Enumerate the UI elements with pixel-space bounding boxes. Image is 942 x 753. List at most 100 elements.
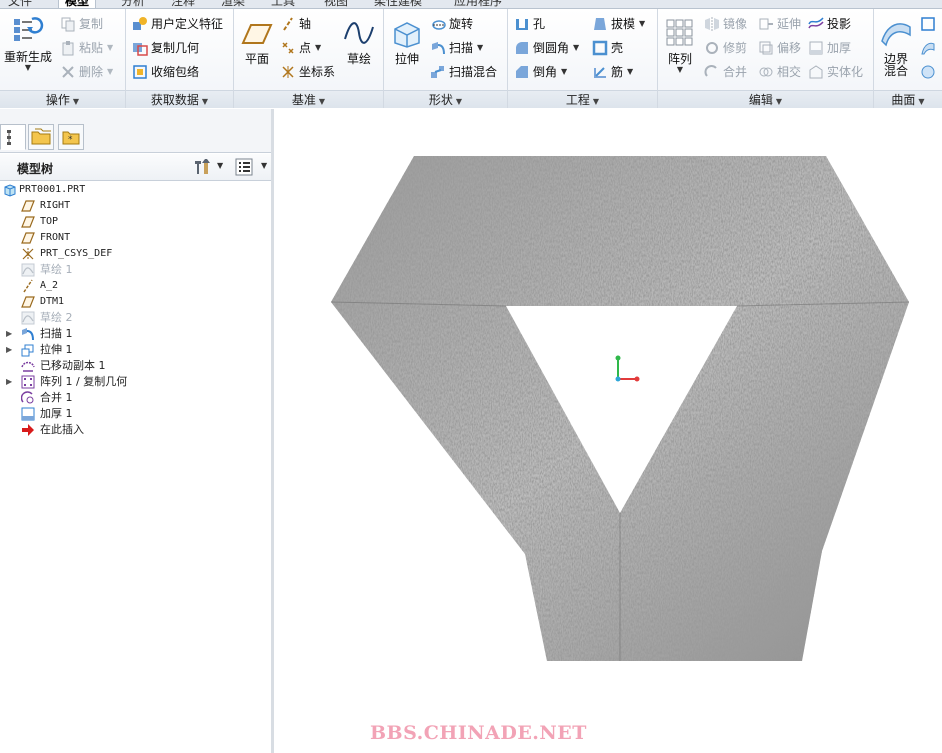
tab-applications[interactable]: 应用程序 — [448, 0, 508, 8]
expand-arrow-icon[interactable]: ▶ — [6, 374, 16, 390]
tree-item-1[interactable]: 加厚 1 — [0, 406, 271, 422]
sketch-button[interactable]: 草绘 — [338, 17, 380, 66]
graphics-window[interactable] — [277, 109, 942, 753]
regenerate-button[interactable]: 重新生成 ▼ — [2, 15, 54, 72]
thicken-button[interactable]: 加厚 — [808, 37, 851, 59]
group-label-editing[interactable]: 编辑 ▼ — [658, 90, 873, 108]
pattern-button[interactable]: 阵列 ▼ — [662, 17, 698, 74]
copy-button[interactable]: 复制 — [60, 13, 103, 35]
tree-item-top[interactable]: TOP — [0, 214, 271, 230]
tree-filter-dropdown-icon[interactable]: ▼ — [261, 161, 267, 170]
swept-blend-button[interactable]: 扫描混合 — [430, 61, 497, 83]
delete-button[interactable]: 删除 ▼ — [60, 61, 113, 83]
plane-button[interactable]: 平面 — [238, 17, 276, 66]
tree-item-1[interactable]: ▶ 拉伸 1 — [0, 342, 271, 358]
boundary-blend-button[interactable]: 边界 混合 — [876, 17, 916, 77]
offset-button[interactable]: 偏移 — [758, 37, 801, 59]
group-label-get-data[interactable]: 获取数据 ▼ — [126, 90, 233, 108]
project-button[interactable]: 投影 — [808, 13, 851, 35]
tab-folder-browser[interactable] — [28, 124, 54, 150]
tab-tools[interactable]: 工具 — [265, 0, 301, 8]
group-label-surfaces[interactable]: 曲面 ▼ — [874, 90, 942, 108]
tree-item-prt-csys-def[interactable]: PRT_CSYS_DEF — [0, 246, 271, 262]
shrinkwrap-button[interactable]: 收缩包络 — [132, 61, 199, 83]
tab-analysis[interactable]: 分析 — [115, 0, 151, 8]
draft-dropdown-icon[interactable]: ▼ — [639, 13, 645, 35]
tab-view[interactable]: 视图 — [318, 0, 354, 8]
sweep-button[interactable]: 扫描 ▼ — [430, 37, 483, 59]
draft-button[interactable]: 拔模 ▼ — [592, 13, 645, 35]
chamfer-dropdown-icon[interactable]: ▼ — [561, 61, 567, 83]
tab-render[interactable]: 渲染 — [215, 0, 251, 8]
tree-item-1[interactable]: 合并 1 — [0, 390, 271, 406]
surface-tool-3-button[interactable] — [920, 61, 939, 83]
tree-item-prt0001-prt[interactable]: PRT0001.PRT — [0, 182, 271, 198]
point-button[interactable]: 点 ▼ — [280, 37, 321, 59]
mirror-button[interactable]: 镜像 — [704, 13, 747, 35]
copy-geometry-button[interactable]: 复制几何 — [132, 37, 199, 59]
group-label-engineering[interactable]: 工程 ▼ — [508, 90, 657, 108]
tab-flexible-modeling[interactable]: 柔性建模 — [368, 0, 428, 8]
paste-button[interactable]: 粘贴 ▼ — [60, 37, 113, 59]
shell-button[interactable]: 壳 — [592, 37, 623, 59]
merge-button[interactable]: 合并 — [704, 61, 747, 83]
datum-plane-icon — [241, 17, 273, 49]
tree-item-1[interactable]: 草绘 1 — [0, 262, 271, 278]
navigator-tabs: * — [0, 109, 271, 153]
tree-item-right[interactable]: RIGHT — [0, 198, 271, 214]
group-label-datum[interactable]: 基准 ▼ — [234, 90, 383, 108]
tree-item-1[interactable]: ▶ 阵列 1 / 复制几何 — [0, 374, 271, 390]
tree-item-front[interactable]: FRONT — [0, 230, 271, 246]
rib-button[interactable]: 筋 ▼ — [592, 61, 633, 83]
tree-item-label: 草绘 2 — [40, 311, 73, 324]
tree-item-1[interactable]: 已移动副本 1 — [0, 358, 271, 374]
tree-filter-button[interactable] — [234, 157, 256, 177]
model-viewport[interactable] — [277, 109, 942, 753]
pattern-dropdown-icon[interactable]: ▼ — [662, 66, 698, 74]
coordinate-triad-icon — [615, 355, 640, 382]
tree-item-dtm1[interactable]: DTM1 — [0, 294, 271, 310]
intersect-button[interactable]: 相交 — [758, 61, 801, 83]
surface-tool-1-button[interactable] — [920, 13, 939, 35]
regenerate-dropdown-icon[interactable]: ▼ — [2, 64, 54, 72]
csys-button[interactable]: 坐标系 — [280, 61, 335, 83]
tree-settings-dropdown-icon[interactable]: ▼ — [217, 161, 223, 170]
udf-button[interactable]: 用户定义特征 — [132, 13, 223, 35]
tab-favorites[interactable]: * — [58, 124, 84, 150]
extend-button[interactable]: 延伸 — [758, 13, 801, 35]
tree-item-a-2[interactable]: A_2 — [0, 278, 271, 294]
delete-dropdown-icon[interactable]: ▼ — [107, 61, 113, 83]
pattern-icon — [21, 375, 35, 389]
extrude-button[interactable]: 拉伸 — [388, 17, 426, 66]
paste-dropdown-icon[interactable]: ▼ — [107, 37, 113, 59]
sketch-icon — [21, 311, 35, 325]
expand-arrow-icon[interactable]: ▶ — [6, 326, 16, 342]
solidify-button[interactable]: 实体化 — [808, 61, 863, 83]
tab-model-tree[interactable] — [0, 124, 26, 150]
extend-icon — [758, 16, 774, 32]
expand-arrow-icon[interactable]: ▶ — [6, 342, 16, 358]
point-dropdown-icon[interactable]: ▼ — [315, 37, 321, 59]
tree-item-1[interactable]: ▶ 扫描 1 — [0, 326, 271, 342]
tab-file[interactable]: 文件 — [2, 0, 38, 8]
tree-settings-button[interactable] — [192, 157, 214, 177]
axis-button[interactable]: 轴 — [280, 13, 311, 35]
hole-button[interactable]: 孔 — [514, 13, 545, 35]
tab-annotate[interactable]: 注释 — [165, 0, 201, 8]
chamfer-button[interactable]: 倒角 ▼ — [514, 61, 567, 83]
tree-item-2[interactable]: 草绘 2 — [0, 310, 271, 326]
revolve-button[interactable]: 旋转 — [430, 13, 473, 35]
trim-button[interactable]: 修剪 — [704, 37, 747, 59]
sweep-dropdown-icon[interactable]: ▼ — [477, 37, 483, 59]
tree-item[interactable]: 在此插入 — [0, 422, 271, 438]
round-button[interactable]: 倒圆角 ▼ — [514, 37, 579, 59]
group-label-operations[interactable]: 操作 ▼ — [0, 90, 125, 108]
thicken-icon — [808, 40, 824, 56]
model-tree-header: 模型树 ▼ ▼ — [0, 154, 271, 181]
surface-tool-2-button[interactable] — [920, 37, 939, 59]
rib-dropdown-icon[interactable]: ▼ — [627, 61, 633, 83]
group-label-shapes[interactable]: 形状 ▼ — [384, 90, 507, 108]
round-dropdown-icon[interactable]: ▼ — [573, 37, 579, 59]
insert-here-arrow-icon — [21, 423, 35, 437]
tab-model[interactable]: 模型 — [58, 0, 97, 8]
